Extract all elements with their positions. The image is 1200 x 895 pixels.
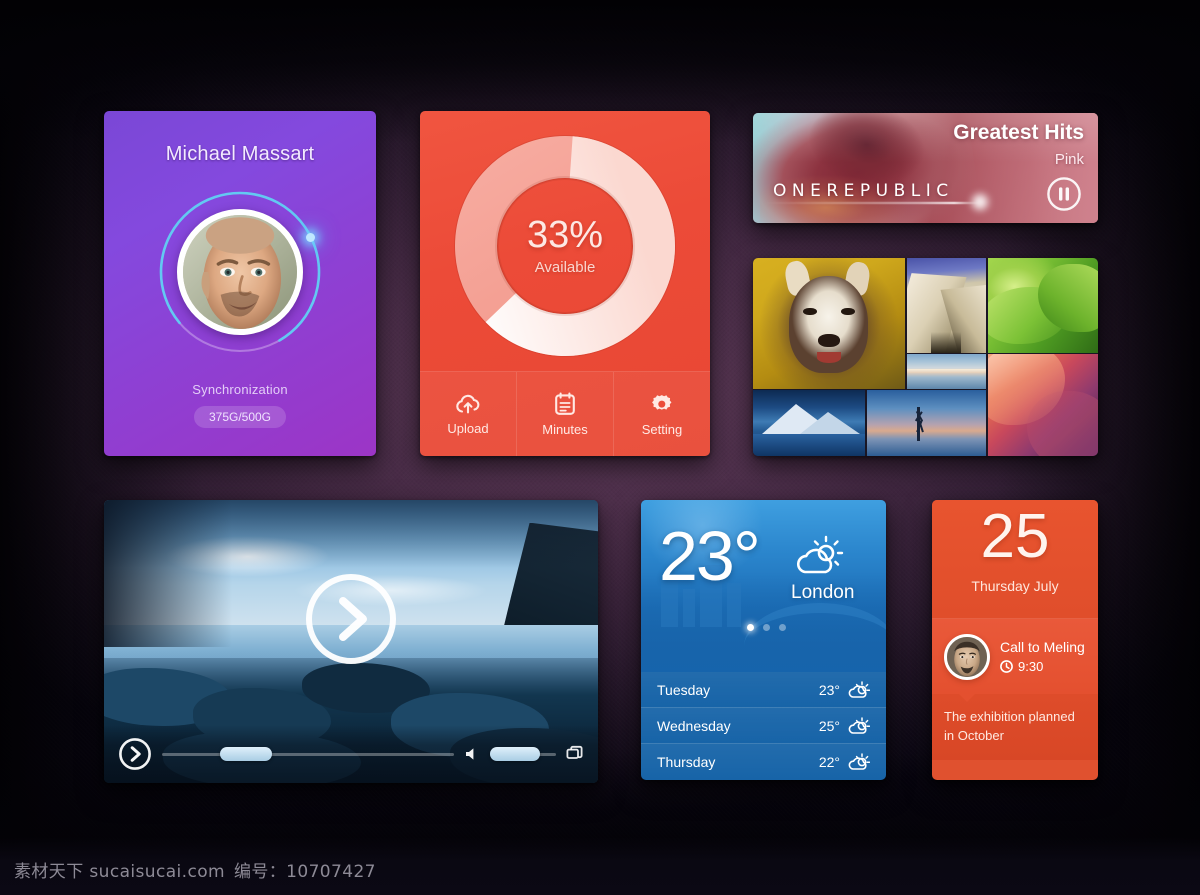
setting-action-label: Setting (641, 421, 683, 437)
forecast-temp: 23° (818, 681, 840, 698)
sync-status-label: Synchronization (192, 382, 288, 397)
canyon-photo-image (987, 354, 1098, 456)
event-contact-avatar[interactable] (944, 633, 990, 680)
minutes-action-button[interactable]: Minutes (517, 372, 614, 456)
canyon-photo[interactable] (987, 354, 1098, 456)
weather-forecast-list: Tuesday 23° Wednesday 25° Thursday 22° (641, 672, 886, 780)
event-title: Call to Meling (1000, 639, 1085, 655)
profile-avatar[interactable] (177, 209, 303, 335)
contact-face-illustration (947, 636, 987, 677)
event-details: Call to Meling 9:30 (1000, 639, 1085, 674)
forecast-row[interactable]: Tuesday 23° (641, 672, 886, 708)
snow-photo-image (753, 389, 866, 456)
architecture-photo-image (906, 258, 987, 354)
pause-icon[interactable] (1046, 176, 1082, 212)
volume-slider[interactable] (490, 747, 556, 761)
sync-progress-ring (156, 188, 324, 356)
volume-handle[interactable] (490, 747, 540, 761)
storage-action-row: Upload Minutes Setting (420, 371, 710, 456)
event-time-value: 9:30 (1018, 659, 1044, 674)
playback-progress-glow (972, 194, 988, 210)
forecast-day: Thursday (657, 754, 716, 770)
current-temperature: 23° (659, 517, 761, 595)
calendar-day-number: 25 (980, 502, 1050, 571)
weather-hero: 23° London (641, 500, 886, 672)
forecast-temp: 22° (818, 754, 840, 770)
green-leaf-photo[interactable] (987, 258, 1098, 354)
photo-gallery-card[interactable] (753, 258, 1098, 456)
gear-icon (652, 394, 672, 410)
seascape-photo[interactable] (906, 354, 987, 389)
architecture-photo[interactable] (906, 258, 987, 354)
snow-mountain-photo[interactable] (753, 389, 866, 456)
sun-cloud-icon (796, 535, 844, 574)
clock-icon (1000, 660, 1013, 673)
profile-name: Michael Massart (165, 143, 315, 165)
playback-progress-line[interactable] (763, 202, 980, 204)
weather-card[interactable]: 23° London Tuesday 23° Wednesday 25° Thu… (641, 500, 886, 780)
storage-quota-badge: 375G/500G (194, 406, 286, 428)
band-wordmark: ONEREPUBLIC (773, 181, 954, 201)
storage-card[interactable]: 33% Available Upload Minutes Setting (420, 111, 710, 456)
screens-icon[interactable] (566, 745, 584, 763)
weather-city-name: London (791, 582, 855, 603)
video-progress-slider[interactable] (162, 747, 454, 761)
upload-action-button[interactable]: Upload (420, 372, 517, 456)
sun-cloud-icon (848, 680, 870, 698)
watermark-site: 素材天下 sucaisucai.com (14, 862, 225, 882)
pager-dot-active[interactable] (747, 624, 754, 631)
calendar-day-month: Thursday July (971, 578, 1059, 594)
forecast-temp: 25° (818, 717, 840, 734)
video-progress-handle[interactable] (220, 747, 273, 761)
husky-photo-image (753, 258, 905, 389)
storage-donut-svg (454, 135, 676, 357)
pager-dot[interactable] (763, 624, 770, 631)
video-left-shade (104, 500, 233, 648)
minutes-action-label: Minutes (542, 421, 588, 437)
video-control-bar (104, 725, 598, 783)
watermark: 素材天下 sucaisucai.com 编号：10707427 (14, 857, 376, 882)
dusk-photo-image (867, 389, 987, 456)
photo-grid (753, 258, 1098, 456)
storage-donut-chart: 33% Available (452, 133, 678, 359)
profile-card[interactable]: Michael Massart Synchronization 375G/500… (104, 111, 376, 456)
forecast-day: Wednesday (657, 717, 731, 734)
setting-action-button[interactable]: Setting (614, 372, 710, 456)
calendar-card[interactable]: 25 Thursday July Call to Meling 9:30 The… (932, 500, 1098, 780)
dusk-silhouette-photo[interactable] (867, 389, 987, 456)
play-chevron-icon[interactable] (303, 571, 399, 667)
sun-cloud-icon (848, 716, 870, 734)
notepad-icon (555, 392, 575, 415)
husky-dog-photo[interactable] (753, 258, 905, 389)
sun-cloud-icon (848, 753, 870, 770)
speaker-icon[interactable] (464, 746, 480, 762)
avatar-face-illustration (183, 215, 297, 329)
forecast-day: Tuesday (657, 681, 711, 698)
calendar-event-item[interactable]: Call to Meling 9:30 (932, 618, 1098, 702)
pager-dot[interactable] (779, 624, 786, 631)
leaf-photo-image (987, 258, 1098, 354)
calendar-note: The exhibition planned in October (932, 694, 1098, 760)
cloud-upload-icon (456, 394, 480, 413)
sync-ring-indicator-dot (306, 233, 315, 242)
forecast-row[interactable]: Wednesday 25° (641, 708, 886, 744)
album-title: Greatest Hits (953, 121, 1084, 144)
play-chevron-icon[interactable] (118, 737, 152, 771)
event-time-row: 9:30 (1000, 659, 1085, 674)
video-player-card[interactable] (104, 500, 598, 783)
calendar-date-header: 25 Thursday July (932, 500, 1098, 618)
upload-action-label: Upload (447, 420, 489, 436)
watermark-id: 编号：10707427 (233, 862, 376, 882)
music-player-card[interactable]: ONEREPUBLIC Greatest Hits Pink (753, 113, 1098, 223)
seascape-photo-image (906, 354, 987, 389)
weather-pager-dots[interactable] (747, 624, 786, 631)
forecast-row[interactable]: Thursday 22° (641, 744, 886, 780)
album-artist: Pink (1054, 151, 1084, 168)
